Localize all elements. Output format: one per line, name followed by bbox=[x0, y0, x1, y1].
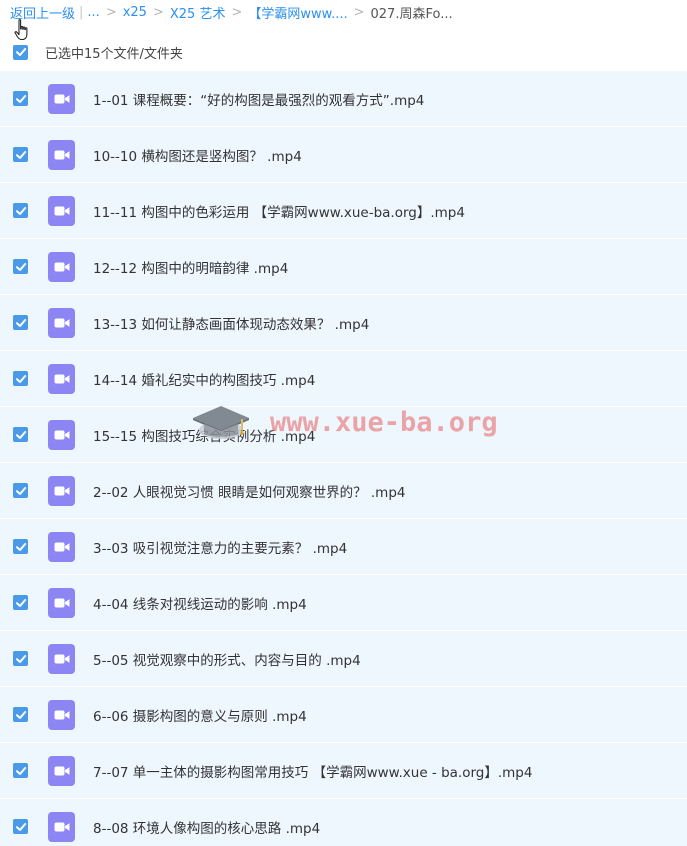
file-row[interactable]: 7--07 单一主体的摄影构图常用技巧 【学霸网www.xue - ba.org… bbox=[0, 743, 687, 799]
chevron-right-icon: > bbox=[353, 4, 365, 20]
selection-count: 已选中15个文件/文件夹 bbox=[45, 46, 183, 62]
check-icon bbox=[15, 206, 26, 215]
file-row[interactable]: 2--02 人眼视觉习惯 眼睛是如何观察世界的？ .mp4 bbox=[0, 463, 687, 519]
video-file-icon bbox=[48, 699, 75, 730]
check-icon bbox=[15, 822, 26, 831]
file-name[interactable]: 14--14 婚礼纪实中的构图技巧 .mp4 bbox=[93, 369, 315, 389]
breadcrumb: 返回上一级 | ... > x25 > X25 艺术 > 【学霸网www....… bbox=[10, 0, 680, 24]
check-icon bbox=[15, 598, 26, 607]
file-row[interactable]: 10--10 横构图还是竖构图？ .mp4 bbox=[0, 127, 687, 183]
file-row[interactable]: 4--04 线条对视线运动的影响 .mp4 bbox=[0, 575, 687, 631]
file-checkbox[interactable] bbox=[13, 483, 28, 498]
breadcrumb-item-x25[interactable]: x25 bbox=[123, 5, 147, 20]
check-icon bbox=[15, 542, 26, 551]
file-checkbox[interactable] bbox=[13, 91, 28, 106]
file-checkbox[interactable] bbox=[13, 147, 28, 162]
video-file-icon bbox=[48, 475, 75, 506]
file-row[interactable]: 8--08 环境人像构图的核心思路 .mp4 bbox=[0, 799, 687, 846]
video-file-icon bbox=[48, 811, 75, 842]
chevron-right-icon: > bbox=[231, 4, 243, 20]
file-name[interactable]: 10--10 横构图还是竖构图？ .mp4 bbox=[93, 145, 302, 165]
file-name[interactable]: 6--06 摄影构图的意义与原则 .mp4 bbox=[93, 705, 307, 725]
check-icon bbox=[15, 48, 26, 56]
file-checkbox[interactable] bbox=[13, 539, 28, 554]
video-file-icon bbox=[48, 363, 75, 394]
selection-bar: 已选中15个文件/文件夹 bbox=[0, 34, 687, 70]
check-icon bbox=[15, 150, 26, 159]
file-name[interactable]: 2--02 人眼视觉习惯 眼睛是如何观察世界的？ .mp4 bbox=[93, 481, 405, 501]
check-icon bbox=[15, 430, 26, 439]
check-icon bbox=[15, 318, 26, 327]
check-icon bbox=[15, 374, 26, 383]
file-checkbox[interactable] bbox=[13, 427, 28, 442]
video-file-icon bbox=[48, 83, 75, 114]
file-name[interactable]: 11--11 构图中的色彩运用 【学霸网www.xue-ba.org】.mp4 bbox=[93, 201, 465, 221]
file-checkbox[interactable] bbox=[13, 651, 28, 666]
file-row[interactable]: 14--14 婚礼纪实中的构图技巧 .mp4 bbox=[0, 351, 687, 407]
file-row[interactable]: 1--01 课程概要：“好的构图是最强烈的观看方式”.mp4 bbox=[0, 71, 687, 127]
file-row[interactable]: 3--03 吸引视觉注意力的主要元素？ .mp4 bbox=[0, 519, 687, 575]
video-file-icon bbox=[48, 307, 75, 338]
file-checkbox[interactable] bbox=[13, 259, 28, 274]
file-browser: 返回上一级 | ... > x25 > X25 艺术 > 【学霸网www....… bbox=[0, 0, 687, 846]
chevron-right-icon: > bbox=[152, 4, 164, 20]
video-file-icon bbox=[48, 587, 75, 618]
file-list: 1--01 课程概要：“好的构图是最强烈的观看方式”.mp4 10--10 横构图… bbox=[0, 71, 687, 846]
video-file-icon bbox=[48, 251, 75, 282]
breadcrumb-ellipsis[interactable]: ... bbox=[87, 5, 99, 20]
file-name[interactable]: 5--05 视觉观察中的形式、内容与目的 .mp4 bbox=[93, 649, 361, 669]
chevron-right-icon: > bbox=[105, 4, 117, 20]
file-checkbox[interactable] bbox=[13, 763, 28, 778]
file-name[interactable]: 13--13 如何让静态画面体现动态效果？ .mp4 bbox=[93, 313, 369, 333]
file-row[interactable]: 6--06 摄影构图的意义与原则 .mp4 bbox=[0, 687, 687, 743]
check-icon bbox=[15, 710, 26, 719]
file-checkbox[interactable] bbox=[13, 371, 28, 386]
file-checkbox[interactable] bbox=[13, 203, 28, 218]
check-icon bbox=[15, 94, 26, 103]
breadcrumb-divider: | bbox=[79, 4, 84, 20]
breadcrumb-current: 027.周森Fo... bbox=[370, 6, 453, 22]
video-file-icon bbox=[48, 531, 75, 562]
breadcrumb-item-art[interactable]: X25 艺术 bbox=[170, 3, 226, 22]
file-name[interactable]: 1--01 课程概要：“好的构图是最强烈的观看方式”.mp4 bbox=[93, 89, 424, 109]
file-checkbox[interactable] bbox=[13, 819, 28, 834]
file-name[interactable]: 12--12 构图中的明暗韵律 .mp4 bbox=[93, 257, 288, 277]
file-name[interactable]: 15--15 构图技巧综合实例分析 .mp4 bbox=[93, 425, 315, 445]
file-name[interactable]: 8--08 环境人像构图的核心思路 .mp4 bbox=[93, 817, 320, 837]
hand-pointer-icon bbox=[14, 19, 28, 41]
file-name[interactable]: 3--03 吸引视觉注意力的主要元素？ .mp4 bbox=[93, 537, 347, 557]
file-row[interactable]: 11--11 构图中的色彩运用 【学霸网www.xue-ba.org】.mp4 bbox=[0, 183, 687, 239]
file-checkbox[interactable] bbox=[13, 315, 28, 330]
check-icon bbox=[15, 262, 26, 271]
video-file-icon bbox=[48, 755, 75, 786]
file-checkbox[interactable] bbox=[13, 595, 28, 610]
file-row[interactable]: 15--15 构图技巧综合实例分析 .mp4 bbox=[0, 407, 687, 463]
video-file-icon bbox=[48, 643, 75, 674]
video-file-icon bbox=[48, 195, 75, 226]
check-icon bbox=[15, 766, 26, 775]
file-name[interactable]: 7--07 单一主体的摄影构图常用技巧 【学霸网www.xue - ba.org… bbox=[93, 761, 532, 781]
video-file-icon bbox=[48, 419, 75, 450]
check-icon bbox=[15, 486, 26, 495]
check-icon bbox=[15, 654, 26, 663]
video-file-icon bbox=[48, 139, 75, 170]
file-name[interactable]: 4--04 线条对视线运动的影响 .mp4 bbox=[93, 593, 307, 613]
file-row[interactable]: 12--12 构图中的明暗韵律 .mp4 bbox=[0, 239, 687, 295]
file-checkbox[interactable] bbox=[13, 707, 28, 722]
select-all-checkbox[interactable] bbox=[13, 44, 28, 60]
file-row[interactable]: 5--05 视觉观察中的形式、内容与目的 .mp4 bbox=[0, 631, 687, 687]
file-row[interactable]: 13--13 如何让静态画面体现动态效果？ .mp4 bbox=[0, 295, 687, 351]
breadcrumb-item-xueba[interactable]: 【学霸网www.... bbox=[248, 3, 347, 22]
